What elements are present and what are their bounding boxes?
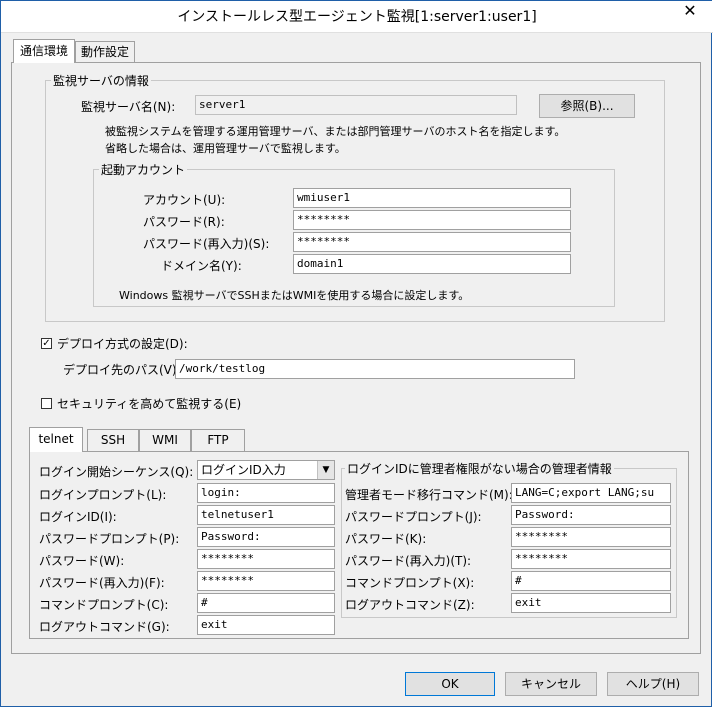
tab-operation[interactable]: 動作設定 [75, 41, 135, 63]
admin-password-prompt-label: パスワードプロンプト(J): [345, 510, 482, 524]
deploy-path-label: デプロイ先のパス(V): [63, 363, 181, 377]
tab-ftp[interactable]: FTP [191, 429, 245, 452]
telnet-password-label: パスワード(W): [39, 554, 125, 568]
admin-mode-command-label: 管理者モード移行コマンド(M): [345, 488, 513, 502]
account-field[interactable]: wmiuser1 [293, 188, 571, 208]
check-icon: ✓ [42, 338, 51, 349]
ok-button[interactable]: OK [405, 672, 495, 696]
monitor-server-description-2: 省略した場合は、運用管理サーバで監視します。 [105, 142, 346, 155]
telnet-password-field[interactable]: ******** [197, 549, 335, 569]
startup-account-note: Windows 監視サーバでSSHまたはWMIを使用する場合に設定します。 [119, 289, 470, 302]
admin-password-prompt-field[interactable]: Password: [511, 505, 671, 525]
telnet-logout-field[interactable]: exit [197, 615, 335, 635]
browse-button[interactable]: 参照(B)... [539, 94, 635, 118]
telnet-password-prompt-label: パスワードプロンプト(P): [39, 532, 180, 546]
admin-password-confirm-field[interactable]: ******** [511, 549, 671, 569]
admin-logout-field[interactable]: exit [511, 593, 671, 613]
login-id-label: ログインID(I): [39, 510, 117, 524]
login-sequence-label: ログイン開始シーケンス(Q): [39, 465, 194, 479]
account-label: アカウント(U): [143, 193, 226, 207]
security-label: セキュリティを高めて監視する(E) [57, 397, 242, 411]
help-button[interactable]: ヘルプ(H) [607, 672, 699, 696]
monitor-server-name-label: 監視サーバ名(N): [81, 100, 176, 114]
close-icon: ✕ [683, 1, 697, 20]
admin-logout-label: ログアウトコマンド(Z): [345, 598, 475, 612]
admin-password-label: パスワード(K): [345, 532, 427, 546]
login-sequence-value: ログインID入力 [201, 463, 286, 477]
security-checkbox[interactable] [41, 398, 52, 409]
password-label: パスワード(R): [143, 215, 225, 229]
login-id-field[interactable]: telnetuser1 [197, 505, 335, 525]
password-confirm-field[interactable]: ******** [293, 232, 571, 252]
tab-telnet[interactable]: telnet [29, 427, 83, 452]
monitor-server-group-label: 監視サーバの情報 [51, 72, 151, 89]
chevron-down-icon[interactable]: ▼ [317, 461, 334, 479]
window-title: インストールレス型エージェント監視[1:server1:user1] [177, 9, 537, 25]
telnet-logout-label: ログアウトコマンド(G): [39, 620, 170, 634]
password-field[interactable]: ******** [293, 210, 571, 230]
tab-communication[interactable]: 通信環境 [13, 39, 75, 63]
domain-field[interactable]: domain1 [293, 254, 571, 274]
startup-account-group-label: 起動アカウント [99, 161, 188, 178]
deploy-path-field[interactable]: /work/testlog [175, 359, 575, 379]
domain-label: ドメイン名(Y): [161, 259, 242, 273]
admin-password-confirm-label: パスワード(再入力)(T): [345, 554, 472, 568]
cancel-button[interactable]: キャンセル [505, 672, 597, 696]
password-confirm-label: パスワード(再入力)(S): [143, 237, 270, 251]
close-button[interactable]: ✕ [673, 1, 707, 23]
admin-password-field[interactable]: ******** [511, 527, 671, 547]
title-bar: インストールレス型エージェント監視[1:server1:user1] ✕ [1, 1, 713, 33]
monitor-server-description-1: 被監視システムを管理する運用管理サーバ、または部門管理サーバのホスト名を指定しま… [105, 125, 566, 138]
dialog-window: インストールレス型エージェント監視[1:server1:user1] ✕ 通信環… [0, 0, 713, 707]
telnet-command-prompt-label: コマンドプロンプト(C): [39, 598, 169, 612]
tab-wmi[interactable]: WMI [139, 429, 191, 452]
admin-command-prompt-label: コマンドプロンプト(X): [345, 576, 475, 590]
telnet-password-confirm-label: パスワード(再入力)(F): [39, 576, 165, 590]
telnet-password-confirm-field[interactable]: ******** [197, 571, 335, 591]
login-prompt-label: ログインプロンプト(L): [39, 488, 167, 502]
telnet-password-prompt-field[interactable]: Password: [197, 527, 335, 547]
telnet-command-prompt-field[interactable]: # [197, 593, 335, 613]
tab-ssh[interactable]: SSH [87, 429, 139, 452]
admin-info-group-label: ログインIDに管理者権限がない場合の管理者情報 [345, 460, 614, 477]
admin-mode-command-field[interactable]: LANG=C;export LANG;su [511, 483, 671, 503]
monitor-server-name-field[interactable]: server1 [195, 95, 517, 115]
login-prompt-field[interactable]: login: [197, 483, 335, 503]
admin-command-prompt-field[interactable]: # [511, 571, 671, 591]
login-sequence-combo[interactable]: ログインID入力 ▼ [197, 460, 335, 480]
deploy-checkbox[interactable]: ✓ [41, 338, 52, 349]
deploy-label: デプロイ方式の設定(D): [57, 337, 188, 351]
